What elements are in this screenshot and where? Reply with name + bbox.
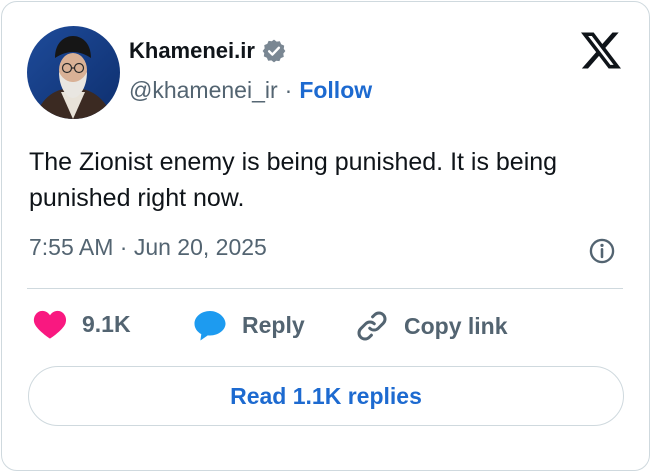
link-icon — [357, 311, 387, 341]
read-replies-label: Read 1.1K replies — [230, 382, 422, 409]
copy-link-button[interactable]: Copy link — [354, 308, 508, 344]
separator-dot: · — [284, 77, 293, 103]
tweet-card: Khamenei.ir @khamenei_ir · Follow The Zi… — [1, 1, 650, 471]
copy-link-label: Copy link — [404, 312, 508, 339]
author-handle[interactable]: @khamenei_ir — [129, 77, 278, 104]
reply-label: Reply — [242, 311, 305, 338]
reply-bubble-icon — [194, 310, 226, 341]
reply-button[interactable]: Reply — [192, 308, 305, 342]
tweet-timestamp[interactable]: 7:55 AM · Jun 20, 2025 — [29, 234, 267, 261]
heart-icon — [33, 310, 67, 339]
divider — [27, 288, 623, 289]
author-avatar[interactable] — [27, 26, 120, 119]
like-count: 9.1K — [82, 310, 131, 337]
author-handle-row: @khamenei_ir · Follow — [129, 77, 372, 104]
verified-badge-icon — [261, 38, 287, 64]
tweet-text: The Zionist enemy is being punished. It … — [29, 148, 558, 212]
read-replies-button[interactable]: Read 1.1K replies — [28, 366, 624, 426]
x-logo-icon[interactable] — [580, 30, 622, 70]
author-name[interactable]: Khamenei.ir — [129, 38, 255, 64]
avatar-image — [27, 26, 120, 119]
author-name-row: Khamenei.ir — [129, 38, 287, 64]
info-icon[interactable] — [588, 237, 616, 265]
follow-button[interactable]: Follow — [299, 77, 372, 104]
like-button[interactable]: 9.1K — [32, 308, 131, 340]
